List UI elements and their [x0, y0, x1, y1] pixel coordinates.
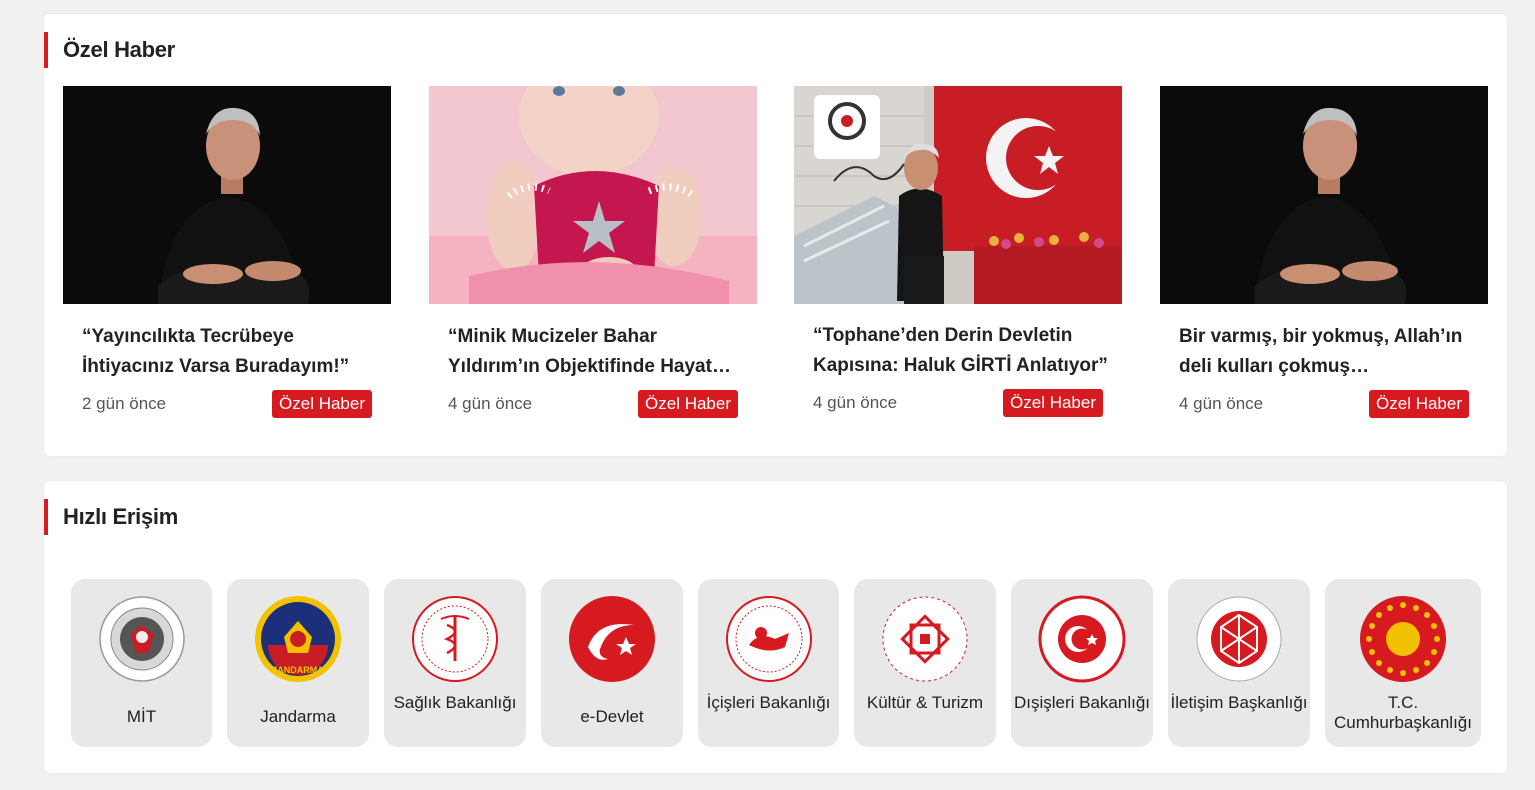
jandarma-logo-text: JANDARMA — [272, 665, 324, 675]
quick-link-label: e-Devlet — [580, 707, 644, 726]
quick-link-label: Dışişleri Bakanlığı — [1013, 693, 1151, 712]
quick-link-e-devlet[interactable]: e-Devlet — [541, 579, 683, 747]
news-title[interactable]: “Yayıncılıkta Tecrübeye İhtiyacınız Vars… — [82, 322, 377, 382]
section-heading: Özel Haber — [44, 32, 175, 68]
news-meta: 4 gün önce Özel Haber — [813, 388, 1103, 418]
e-devlet-icon — [569, 596, 655, 682]
cumhurbaskanligi-icon — [1360, 596, 1446, 682]
disisleri-bakanligi-icon — [1038, 595, 1126, 683]
mit-seal-icon — [98, 596, 185, 682]
jandarma-logo-icon: JANDARMA — [255, 596, 341, 682]
news-card[interactable]: “Yayıncılıkta Tecrübeye İhtiyacınız Vars… — [63, 86, 391, 418]
quick-link-label: İletişim Başkanlığı — [1170, 693, 1308, 712]
section-title-hizli-erisim: Hızlı Erişim — [63, 504, 178, 529]
category-badge[interactable]: Özel Haber — [272, 390, 372, 418]
quick-link-label: Kültür & Turizm — [866, 693, 984, 712]
news-title[interactable]: “Tophane’den Derin Devletin Kapısına: Ha… — [813, 321, 1108, 381]
quick-link-saglik[interactable]: Sağlık Bakanlığı — [384, 579, 526, 747]
news-time: 4 gün önce — [813, 393, 898, 412]
hizli-erisim-section: Hızlı Erişim MİT JANDARMA Jandarma Sağlı… — [44, 481, 1507, 773]
quick-link-iletisim[interactable]: İletişim Başkanlığı — [1168, 579, 1310, 747]
news-image-link[interactable] — [63, 86, 391, 304]
news-card[interactable]: Bir varmış, bir yokmuş, Allah’ın deli ku… — [1160, 86, 1488, 418]
quick-link-label: Jandarma — [260, 707, 336, 726]
news-photo-man-portrait — [63, 86, 391, 304]
heading-accent-bar — [44, 32, 48, 68]
quick-link-label: Sağlık Bakanlığı — [393, 693, 517, 712]
news-title[interactable]: Bir varmış, bir yokmuş, Allah’ın deli ku… — [1179, 322, 1474, 382]
quick-link-kultur-turizm[interactable]: Kültür & Turizm — [854, 579, 996, 747]
category-badge[interactable]: Özel Haber — [1003, 389, 1103, 417]
quick-link-jandarma[interactable]: JANDARMA Jandarma — [227, 579, 369, 747]
news-card[interactable]: “Tophane’den Derin Devletin Kapısına: Ha… — [794, 86, 1122, 417]
kultur-turizm-icon — [882, 596, 968, 682]
news-time: 4 gün önce — [1179, 394, 1264, 413]
heading-accent-bar — [44, 499, 48, 535]
saglik-bakanligi-icon — [412, 596, 498, 682]
section-title-ozel-haber: Özel Haber — [63, 37, 175, 62]
news-image-link[interactable] — [794, 86, 1122, 304]
quick-link-label: T.C. Cumhurbaşkanlığı — [1334, 693, 1472, 732]
quick-link-icisleri[interactable]: İçişleri Bakanlığı — [698, 579, 839, 747]
news-photo-baby — [429, 86, 757, 304]
news-image-link[interactable] — [429, 86, 757, 304]
news-photo-man-portrait — [1160, 86, 1488, 304]
news-photo-flag-wall — [794, 86, 1122, 304]
news-meta: 2 gün önce Özel Haber — [82, 389, 372, 419]
category-badge[interactable]: Özel Haber — [638, 390, 738, 418]
quick-link-label: MİT — [126, 707, 157, 726]
news-meta: 4 gün önce Özel Haber — [1179, 389, 1469, 419]
quick-link-label: İçişleri Bakanlığı — [706, 693, 831, 712]
category-badge[interactable]: Özel Haber — [1369, 390, 1469, 418]
section-heading: Hızlı Erişim — [44, 499, 178, 535]
iletisim-baskanligi-icon — [1196, 596, 1282, 682]
quick-link-mit[interactable]: MİT — [71, 579, 212, 747]
news-card[interactable]: “Minik Mucizeler Bahar Yıldırım’ın Objek… — [429, 86, 757, 418]
quick-link-disisleri[interactable]: Dışişleri Bakanlığı — [1011, 579, 1153, 747]
news-time: 2 gün önce — [82, 394, 167, 413]
news-meta: 4 gün önce Özel Haber — [448, 389, 738, 419]
news-title[interactable]: “Minik Mucizeler Bahar Yıldırım’ın Objek… — [448, 322, 743, 382]
ozel-haber-section: Özel Haber “Yayıncılıkta Tecrübeye İhtiy… — [44, 14, 1507, 456]
icisleri-bakanligi-icon — [725, 596, 812, 682]
news-time: 4 gün önce — [448, 394, 533, 413]
quick-link-cumhurbaskanligi[interactable]: T.C. Cumhurbaşkanlığı — [1325, 579, 1481, 747]
news-image-link[interactable] — [1160, 86, 1488, 304]
